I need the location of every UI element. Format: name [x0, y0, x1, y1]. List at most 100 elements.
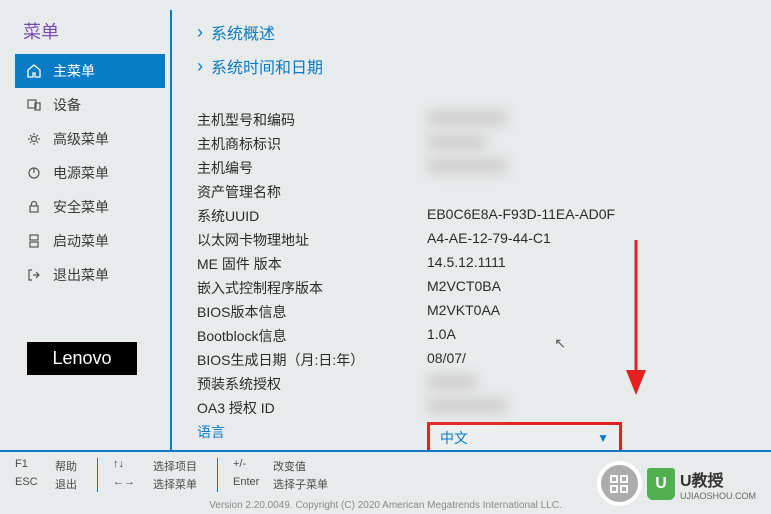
redacted-value [427, 134, 487, 150]
sidebar-item-exit[interactable]: 退出菜单 [15, 258, 165, 292]
footer-select-item: ↑↓ 选择项目 [113, 458, 197, 474]
info-row-bios-ver: BIOS版本信息 M2VKT0AA [197, 300, 746, 324]
sidebar-item-main[interactable]: 主菜单 [15, 54, 165, 88]
home-icon [25, 62, 43, 80]
footer-label: 选择项目 [153, 458, 197, 474]
info-row-host-brand: 主机商标标识 [197, 132, 746, 156]
info-label: BIOS生成日期（月:日:年） [197, 350, 427, 370]
watermark-site: UJIAOSHOU.COM [680, 491, 756, 501]
watermark: U U教授 UJIAOSHOU.COM [597, 461, 756, 506]
info-value: 08/07/ [427, 350, 466, 370]
language-value: 中文 [440, 428, 468, 448]
footer-key: +/- [233, 458, 263, 474]
nav-system-time-date[interactable]: 系统时间和日期 [197, 49, 746, 83]
info-row-bootblock: Bootblock信息 1.0A [197, 324, 746, 348]
footer-key: F1 [15, 458, 45, 474]
devices-icon [25, 96, 43, 114]
footer-label: 退出 [55, 476, 77, 492]
info-value [427, 134, 487, 154]
nav-link-label: 系统时间和日期 [211, 54, 323, 78]
sidebar-item-label: 设备 [53, 95, 81, 115]
footer-section-2: ↑↓ 选择项目 ←→ 选择菜单 [113, 458, 218, 492]
sidebar-item-power[interactable]: 电源菜单 [15, 156, 165, 190]
footer-key: ↑↓ [113, 458, 143, 474]
lenovo-logo: Lenovo [27, 342, 137, 375]
info-row-asset-tag: 资产管理名称 [197, 180, 746, 204]
footer-sub-menu: Enter 选择子菜单 [233, 476, 328, 492]
info-value: 1.0A [427, 326, 456, 346]
sidebar-title: 菜单 [15, 10, 165, 54]
info-label-language: 语言 [197, 422, 427, 450]
watermark-shield-icon: U [647, 468, 675, 500]
info-value: M2VKT0AA [427, 302, 500, 322]
main-panel: 系统概述 系统时间和日期 主机型号和编码 主机商标标识 主机编号 资产管理名称 [170, 10, 761, 450]
info-label: OA3 授权 ID [197, 398, 427, 418]
sidebar-item-label: 高级菜单 [53, 129, 109, 149]
settings-icon [25, 130, 43, 148]
redacted-value [427, 398, 507, 414]
footer-key: ESC [15, 476, 45, 492]
watermark-circle-icon [597, 461, 642, 506]
footer-section-1: F1 帮助 ESC 退出 [15, 458, 98, 492]
info-label: 主机编号 [197, 158, 427, 178]
sidebar-item-devices[interactable]: 设备 [15, 88, 165, 122]
info-row-host-model: 主机型号和编码 [197, 108, 746, 132]
info-label: 主机商标标识 [197, 134, 427, 154]
sidebar: 菜单 主菜单 设备 高级菜单 电源菜单 [10, 10, 170, 450]
info-row-language: 语言 中文 ▼ [197, 420, 746, 450]
info-row-host-number: 主机编号 [197, 156, 746, 180]
info-value [427, 158, 507, 178]
sidebar-item-security[interactable]: 安全菜单 [15, 190, 165, 224]
sidebar-item-label: 主菜单 [53, 61, 95, 81]
footer-select-menu: ←→ 选择菜单 [113, 476, 197, 492]
power-icon [25, 164, 43, 182]
info-label: 嵌入式控制程序版本 [197, 278, 427, 298]
sidebar-item-label: 安全菜单 [53, 197, 109, 217]
info-label: ME 固件 版本 [197, 254, 427, 274]
redacted-value [427, 158, 507, 174]
info-label: 资产管理名称 [197, 182, 427, 202]
sidebar-item-boot[interactable]: 启动菜单 [15, 224, 165, 258]
footer-label: 选择子菜单 [273, 476, 328, 492]
sidebar-item-label: 电源菜单 [53, 163, 109, 183]
footer-key: Enter [233, 476, 263, 492]
info-row-oa3: OA3 授权 ID [197, 396, 746, 420]
info-value: 14.5.12.1111 [427, 254, 506, 274]
redacted-value [427, 110, 507, 126]
info-row-system-uuid: 系统UUID EB0C6E8A-F93D-11EA-AD0F [197, 204, 746, 228]
watermark-text-group: U教授 UJIAOSHOU.COM [680, 467, 756, 501]
info-label: 主机型号和编码 [197, 110, 427, 130]
lock-icon [25, 198, 43, 216]
boot-icon [25, 232, 43, 250]
sidebar-item-label: 启动菜单 [53, 231, 109, 251]
footer-key: ←→ [113, 476, 143, 492]
info-row-ec-fw: 嵌入式控制程序版本 M2VCT0BA [197, 276, 746, 300]
info-label: 预装系统授权 [197, 374, 427, 394]
footer-label: 选择菜单 [153, 476, 197, 492]
info-label: BIOS版本信息 [197, 302, 427, 322]
footer-label: 改变值 [273, 458, 306, 474]
footer-change-value: +/- 改变值 [233, 458, 328, 474]
footer-esc: ESC 退出 [15, 476, 77, 492]
info-value: A4-AE-12-79-44-C1 [427, 230, 551, 250]
chevron-down-icon: ▼ [597, 431, 609, 445]
redacted-value [427, 374, 477, 390]
info-row-preload: 预装系统授权 [197, 372, 746, 396]
info-value: EB0C6E8A-F93D-11EA-AD0F [427, 206, 615, 226]
sidebar-item-label: 退出菜单 [53, 265, 109, 285]
info-value [427, 110, 507, 130]
info-label: 以太网卡物理地址 [197, 230, 427, 250]
language-dropdown[interactable]: 中文 ▼ [427, 422, 622, 450]
footer-label: 帮助 [55, 458, 77, 474]
info-label: Bootblock信息 [197, 326, 427, 346]
info-value [427, 398, 507, 418]
nav-system-overview[interactable]: 系统概述 [197, 15, 746, 49]
exit-icon [25, 266, 43, 284]
info-label: 系统UUID [197, 206, 427, 226]
footer-section-3: +/- 改变值 Enter 选择子菜单 [233, 458, 348, 492]
watermark-brand: U教授 [680, 467, 756, 491]
footer-f1: F1 帮助 [15, 458, 77, 474]
info-value [427, 374, 477, 394]
info-row-me-fw: ME 固件 版本 14.5.12.1111 [197, 252, 746, 276]
sidebar-item-advanced[interactable]: 高级菜单 [15, 122, 165, 156]
